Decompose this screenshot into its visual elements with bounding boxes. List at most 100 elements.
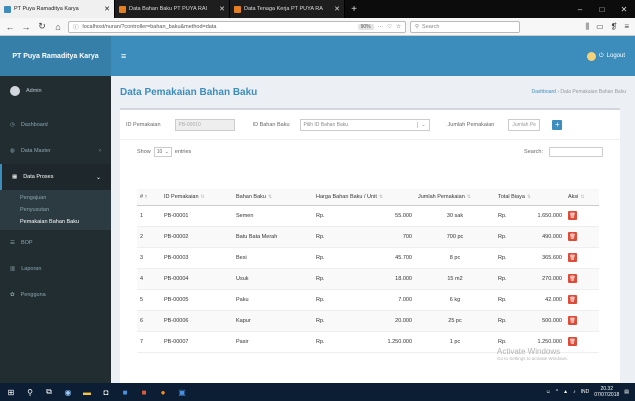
- watermark-title: Activate Windows: [497, 347, 561, 356]
- delete-button[interactable]: 🗑: [568, 211, 577, 220]
- col-no[interactable]: # ↑: [137, 189, 161, 206]
- maximize-icon[interactable]: □: [591, 0, 613, 18]
- sidebar-item-bop[interactable]: ☰ BOP: [0, 230, 111, 256]
- cell-aksi: 🗑: [565, 205, 599, 227]
- network-icon[interactable]: ▲: [563, 389, 568, 395]
- add-button[interactable]: +: [552, 119, 563, 130]
- bookmark-icon[interactable]: ☆: [396, 24, 401, 30]
- new-tab-button[interactable]: +: [345, 0, 363, 18]
- top-header: ≡ ⏻ Logout: [111, 36, 635, 76]
- cell-id: PB-00006: [161, 310, 233, 332]
- col-jumlah[interactable]: Jumlah Pemakaian ⇅: [415, 189, 495, 206]
- chevron-up-icon[interactable]: ^: [556, 389, 558, 395]
- word-icon[interactable]: ■: [120, 387, 130, 397]
- cell-jumlah: 25 pc: [415, 310, 495, 332]
- taskbar-app-icon[interactable]: ◉: [63, 387, 73, 397]
- notifications-icon[interactable]: ▤: [624, 389, 629, 395]
- amount-value: 55.000: [395, 212, 412, 219]
- url-bar[interactable]: ⓘ localhost/nuran/?controller=bahan_baku…: [68, 20, 406, 33]
- cell-no: 3: [137, 247, 161, 269]
- delete-button[interactable]: 🗑: [568, 232, 577, 241]
- forward-icon[interactable]: →: [20, 22, 32, 32]
- close-tab-icon[interactable]: ✕: [219, 5, 225, 13]
- volume-icon[interactable]: ♪: [573, 389, 576, 395]
- delete-button[interactable]: 🗑: [568, 253, 577, 262]
- col-bahan[interactable]: Bahan Baku ⇅: [233, 189, 313, 206]
- delete-button[interactable]: 🗑: [568, 337, 577, 346]
- delete-button[interactable]: 🗑: [568, 274, 577, 283]
- menu-icon[interactable]: ≡: [624, 22, 629, 32]
- people-icon[interactable]: ☺: [546, 389, 551, 395]
- info-icon[interactable]: ⓘ: [73, 23, 79, 31]
- windows-taskbar: ⊞ ⚲ ⧉ ◉ ▬ ◘ ■ ■ ● ▣ ☺ ^ ▲ ♪ IND 20.32 07…: [0, 383, 635, 401]
- home-icon[interactable]: ⌂: [52, 22, 64, 32]
- table-tools: Show 10 ⌄ entries Search:: [120, 140, 620, 164]
- language-indicator[interactable]: IND: [581, 389, 590, 395]
- sidebar-item-label: Laporan: [21, 266, 42, 272]
- cell-id: PB-00004: [161, 268, 233, 290]
- col-id[interactable]: ID Pemakaian ⇅: [161, 189, 233, 206]
- sidebar-item-data-proses[interactable]: ▦ Data Proses ⌄: [0, 164, 111, 190]
- table-search-input[interactable]: [549, 147, 603, 157]
- jumlah-input[interactable]: Jumlah Pe: [508, 118, 541, 131]
- browser-tab-1[interactable]: PT Puya Ramaditya Karya ✕: [0, 0, 115, 18]
- id-bahan-select[interactable]: Pilih ID Bahan Baku ⌄: [299, 118, 430, 131]
- col-aksi[interactable]: Aksi ⇅: [565, 189, 599, 206]
- col-harga[interactable]: Harga Bahan Baku / Unit ⇅: [313, 189, 415, 206]
- cell-jumlah: 700 pc: [415, 226, 495, 248]
- favicon-icon: [119, 5, 126, 13]
- store-icon[interactable]: ◘: [101, 387, 111, 397]
- delete-button[interactable]: 🗑: [568, 316, 577, 325]
- close-tab-icon[interactable]: ✕: [104, 5, 110, 13]
- close-window-icon[interactable]: ✕: [613, 0, 635, 18]
- submenu-item-pemakaian-bahan-baku[interactable]: Pemakaian Bahan Baku: [0, 216, 111, 228]
- browser-search[interactable]: ⚲ Search: [410, 20, 520, 33]
- reload-icon[interactable]: ↻: [36, 21, 48, 32]
- zoom-level[interactable]: 90%: [357, 23, 374, 30]
- cell-id: PB-00001: [161, 205, 233, 227]
- power-icon: ⏻: [598, 52, 604, 59]
- entries-select[interactable]: 10 ⌄: [153, 147, 172, 157]
- sidebar-toggle-icon[interactable]: ▭: [596, 22, 604, 32]
- sidebar-item-data-master[interactable]: ◍ Data Master ‹: [0, 138, 111, 164]
- minimize-icon[interactable]: –: [569, 0, 591, 18]
- sidebar-item-pengguna[interactable]: ✿ Pengguna: [0, 282, 111, 308]
- col-total[interactable]: Total Biaya ⇅: [495, 189, 565, 206]
- browser-tab-2[interactable]: Data Bahan Baku PT PUYA RAI ✕: [115, 0, 230, 18]
- user-icon: [586, 51, 596, 61]
- windows-start-icon[interactable]: ⊞: [6, 387, 16, 397]
- cell-bahan: Paku: [233, 289, 313, 311]
- back-icon[interactable]: ←: [4, 22, 16, 32]
- window-controls: – □ ✕: [569, 0, 635, 18]
- sidebar-toggle-button[interactable]: ≡: [121, 51, 126, 61]
- sidebar-item-dashboard[interactable]: ◷ Dashboard: [0, 112, 111, 138]
- browser-tab-3[interactable]: Data Tenaga Kerja PT PUYA RA ✕: [230, 0, 345, 18]
- logout-button[interactable]: ⏻ Logout: [586, 51, 625, 61]
- cell-id: PB-00002: [161, 226, 233, 248]
- page-actions-icon[interactable]: ···: [378, 24, 384, 30]
- table-row: 6 PB-00006 Kapur Rp. 20.000 25 pc Rp. 500.000 🗑: [137, 310, 599, 332]
- search-icon[interactable]: ⚲: [25, 387, 35, 397]
- library-icon[interactable]: ⫼: [585, 22, 589, 32]
- submenu-item-pengajuan[interactable]: Pengajuan: [0, 192, 111, 204]
- file-explorer-icon[interactable]: ▬: [82, 387, 92, 397]
- entries-value: 10: [156, 149, 163, 155]
- photos-icon[interactable]: ▣: [177, 387, 187, 397]
- clock[interactable]: 20.32 07/07/2018: [594, 386, 619, 398]
- toolbar-icons: ⫼ ▭ ❡ ≡: [585, 22, 631, 32]
- chevron-down-icon: ⌄: [95, 174, 101, 181]
- close-tab-icon[interactable]: ✕: [334, 5, 340, 13]
- extension-icon[interactable]: ❡: [611, 22, 618, 32]
- currency-label: Rp.: [316, 317, 325, 324]
- powerpoint-icon[interactable]: ■: [139, 387, 149, 397]
- submenu-item-penyusutan[interactable]: Penyusutan: [0, 204, 111, 216]
- task-view-icon[interactable]: ⧉: [44, 387, 54, 397]
- chevron-left-icon: ‹: [99, 148, 101, 154]
- sidebar-item-laporan[interactable]: ▥ Laporan: [0, 256, 111, 282]
- brand-logo[interactable]: PT Puya Ramaditya Karya: [0, 36, 111, 76]
- firefox-icon[interactable]: ●: [158, 387, 168, 397]
- currency-label: Rp.: [316, 338, 325, 345]
- breadcrumb-home[interactable]: Dashboard: [531, 89, 555, 95]
- pocket-icon[interactable]: ♡: [387, 24, 392, 30]
- delete-button[interactable]: 🗑: [568, 295, 577, 304]
